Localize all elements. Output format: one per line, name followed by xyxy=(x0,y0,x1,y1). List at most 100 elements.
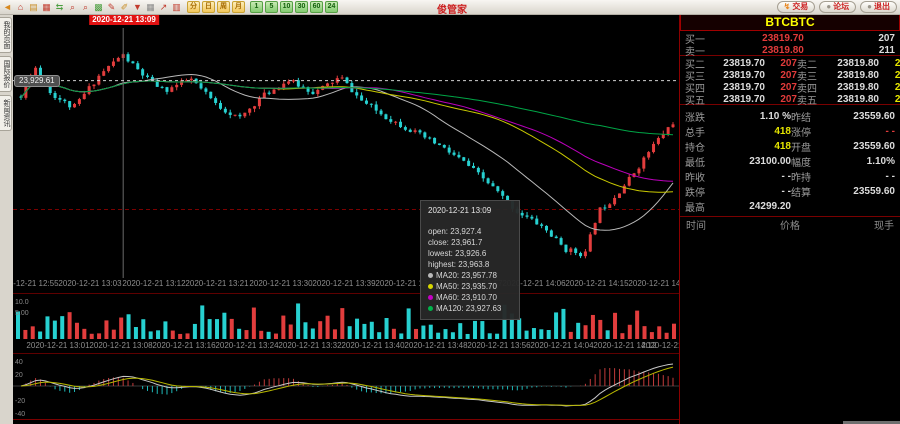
period-button-min-4[interactable]: 60 xyxy=(310,1,323,13)
sidebar-tab-news[interactable]: 新闻资讯 xyxy=(0,95,12,131)
bid-qty: 207 xyxy=(765,70,797,81)
toolbar-icons: ◄⌂▤▦⇆⌕⌕▩✎✐▼▦↗▥ xyxy=(2,2,182,13)
tooltip-ma-row: MA20: 23,957.78 xyxy=(428,270,514,281)
crosshair-date-label: 2020-12-21 13:09 xyxy=(89,14,159,25)
button-label: 退出 xyxy=(874,2,890,12)
keypad-icon[interactable]: ▦ xyxy=(145,2,156,13)
chat-icon: ● xyxy=(826,3,831,11)
volume-x-axis-label: 2020-12-21 14:20 xyxy=(641,341,679,350)
volume-x-axis: 2020-12-21 13:012020-12-21 13:082020-12-… xyxy=(13,340,679,352)
macd-y-axis-label: 40 xyxy=(15,359,23,366)
bid-qty: 207 xyxy=(765,94,797,105)
period-button-min-3[interactable]: 30 xyxy=(295,1,308,13)
depth-levels: 买二23819.70207卖二23819.80211买三23819.70207卖… xyxy=(680,56,900,104)
ask-qty: 211 xyxy=(879,94,900,105)
back-icon[interactable]: ◄ xyxy=(2,2,13,13)
tape-header: 时间价格现手 xyxy=(680,217,900,230)
refresh-icon[interactable]: ⇆ xyxy=(54,2,65,13)
chart-area[interactable]: 23,929.61 2020-12-21 12:552020-12-21 13:… xyxy=(13,14,679,424)
period-button-min-2[interactable]: 10 xyxy=(280,1,293,13)
pane-separator xyxy=(13,293,679,294)
candlestick-chart[interactable] xyxy=(13,14,679,278)
level-price: 23819.70 xyxy=(719,33,847,44)
x-axis-label: 2020-12-21 14:15 xyxy=(565,279,628,288)
x-axis-label: 2020-12-21 13:30 xyxy=(249,279,312,288)
x-axis-label: 2020-12-21 12:55 xyxy=(13,279,59,288)
x-axis-label: 2020-12-21 13:12 xyxy=(122,279,185,288)
stat-label: 跌停 xyxy=(685,184,713,199)
ask-label: 卖五 xyxy=(797,92,825,107)
depth-row-3[interactable]: 买三23819.70207卖三23819.80211 xyxy=(680,68,900,80)
x-axis-label: 2020-12-21 13:03 xyxy=(58,279,121,288)
bid-price: 23819.70 xyxy=(711,70,765,81)
tooltip-ma-text: MA20: 23,957.78 xyxy=(436,271,497,280)
period-button-min-5[interactable]: 24 xyxy=(325,1,338,13)
stat-value: 418 xyxy=(713,141,791,152)
volume-x-axis-label: 2020-12-21 13:56 xyxy=(467,341,530,350)
stat-row: 总手418涨停- - xyxy=(680,124,900,139)
period-button-cal-3[interactable]: 月 xyxy=(232,1,245,13)
tape-column-header: 时间 xyxy=(686,217,755,232)
period-button-cal-0[interactable]: 分 xyxy=(187,1,200,13)
bid-price: 23819.70 xyxy=(711,94,765,105)
stat-value: - - xyxy=(819,126,895,137)
brush-icon[interactable]: ✐ xyxy=(119,2,130,13)
zoom-in-icon[interactable]: ⌕ xyxy=(80,2,91,13)
period-button-min-0[interactable]: 1 xyxy=(250,1,263,13)
sidebar-tab-intl-quotes[interactable]: 国际报价 xyxy=(0,56,12,92)
forum-button[interactable]: ●论坛 xyxy=(819,1,856,13)
period-button-cal-1[interactable]: 日 xyxy=(202,1,215,13)
toolbar-right-buttons: ↯交易●论坛●退出 xyxy=(777,1,897,13)
briefcase-icon[interactable]: ▦ xyxy=(41,2,52,13)
trend-icon[interactable]: ↗ xyxy=(158,2,169,13)
ask-1-row[interactable]: 卖一23819.80211 xyxy=(680,43,900,55)
button-label: 交易 xyxy=(792,2,808,12)
period-buttons-calendar: 分日周月 xyxy=(187,1,245,13)
volume-y-axis-label: 10.0 xyxy=(15,299,29,306)
depth-row-5[interactable]: 买五23819.70207卖五23819.80211 xyxy=(680,92,900,104)
exit-button[interactable]: ●退出 xyxy=(860,1,897,13)
stat-value: - - xyxy=(819,171,895,182)
depth-row-2[interactable]: 买二23819.70207卖二23819.80211 xyxy=(680,56,900,68)
tooltip-ma-row: MA50: 23,935.70 xyxy=(428,281,514,292)
quote-stats: 涨跌1.10 %昨结23559.60总手418涨停- -持仓418开盘23559… xyxy=(680,109,900,214)
home-icon[interactable]: ⌂ xyxy=(15,2,26,13)
x-axis-label: 2020-12-21 13:21 xyxy=(185,279,248,288)
macd-y-axis-label: 20 xyxy=(15,372,23,379)
ledger-icon[interactable]: ▤ xyxy=(28,2,39,13)
period-button-min-1[interactable]: 5 xyxy=(265,1,278,13)
stat-row: 涨跌1.10 %昨结23559.60 xyxy=(680,109,900,124)
search-icon[interactable]: ⌕ xyxy=(67,2,78,13)
filter-icon[interactable]: ▼ xyxy=(132,2,143,13)
pen-icon[interactable]: ✎ xyxy=(106,2,117,13)
bid-1-row[interactable]: 买一23819.70207 xyxy=(680,31,900,43)
stat-value: 23559.60 xyxy=(819,186,895,197)
app-window: ◄⌂▤▦⇆⌕⌕▩✎✐▼▦↗▥ 分日周月 1510306024 俊管家 ↯交易●论… xyxy=(0,0,900,424)
macd-chart[interactable] xyxy=(13,355,679,418)
ask-price: 23819.80 xyxy=(825,94,879,105)
stats-icon[interactable]: ▥ xyxy=(171,2,182,13)
stat-value: 23559.60 xyxy=(819,111,895,122)
stat-value: - - xyxy=(713,171,791,182)
stat-row: 最高24299.20 xyxy=(680,199,900,214)
stat-value: 23100.00 xyxy=(713,156,791,167)
crosshair-price-label: 23,929.61 xyxy=(14,75,60,87)
depth-row-4[interactable]: 买四23819.70207卖四23819.80211 xyxy=(680,80,900,92)
volume-chart[interactable] xyxy=(13,295,679,340)
stat-row: 持仓418开盘23559.60 xyxy=(680,139,900,154)
tooltip-row: close: 23,961.7 xyxy=(428,237,514,248)
volume-x-axis-label: 2020-12-21 13:08 xyxy=(89,341,152,350)
top-toolbar: ◄⌂▤▦⇆⌕⌕▩✎✐▼▦↗▥ 分日周月 1510306024 俊管家 ↯交易●论… xyxy=(0,0,900,15)
tooltip-row: open: 23,927.4 xyxy=(428,226,514,237)
stat-value: 1.10% xyxy=(819,156,895,167)
snapshot-icon[interactable]: ▩ xyxy=(93,2,104,13)
trade-button[interactable]: ↯交易 xyxy=(777,1,816,13)
period-button-cal-2[interactable]: 周 xyxy=(217,1,230,13)
stat-label: 昨结 xyxy=(791,109,819,124)
stat-value: 418 xyxy=(713,126,791,137)
ask-qty: 211 xyxy=(879,58,900,69)
sidebar-tab-my-page[interactable]: 我的页面 xyxy=(0,17,12,53)
tooltip-ma-row: MA120: 23,927.63 xyxy=(428,303,514,314)
period-buttons-minutes: 1510306024 xyxy=(250,1,338,13)
quote-panel: BTCBTC 买一23819.70207卖一23819.80211 买二2381… xyxy=(679,14,900,424)
